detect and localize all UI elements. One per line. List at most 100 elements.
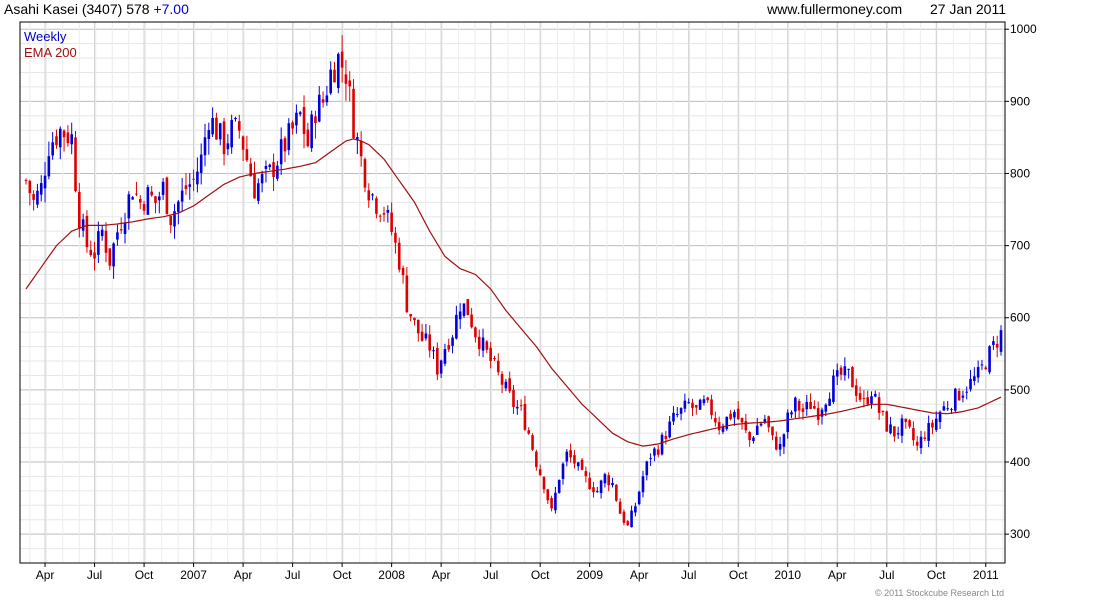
candle-body: [607, 475, 611, 486]
candle-body: [771, 426, 774, 436]
candle-body: [333, 69, 336, 83]
candle-body: [824, 404, 828, 412]
candle-body: [104, 230, 108, 253]
candle-body: [683, 400, 687, 409]
candle-body: [397, 242, 401, 270]
candle-body: [203, 137, 207, 156]
candle-body: [230, 119, 233, 148]
candle-body: [401, 267, 405, 276]
candle-body: [736, 408, 740, 420]
candle-body: [691, 402, 694, 409]
candle-body: [953, 388, 957, 411]
candle-body: [375, 198, 378, 214]
candle-body: [874, 393, 877, 397]
candle-body: [470, 314, 473, 328]
candle-body: [809, 401, 812, 409]
candle-body: [645, 461, 649, 476]
candle-body: [516, 406, 519, 409]
candle-body: [329, 69, 332, 94]
candle-body: [131, 197, 134, 200]
candle-body: [24, 180, 28, 182]
candle-body: [283, 138, 287, 152]
candle-body: [550, 498, 553, 509]
candle-body: [569, 450, 572, 458]
candle-body: [637, 491, 641, 505]
candle-body: [458, 311, 462, 320]
candle-body: [535, 451, 538, 468]
candle-body: [363, 159, 367, 188]
candle-body: [976, 367, 980, 378]
candle-body: [759, 423, 763, 426]
candle-body: [573, 455, 576, 464]
candle-body: [287, 123, 291, 151]
candle-body: [405, 275, 409, 313]
candle-body: [39, 183, 43, 195]
candle-body: [512, 389, 515, 407]
candle-body: [733, 411, 736, 418]
copyright-notice: © 2011 Stockcube Research Ltd: [874, 588, 1004, 598]
candle-body: [885, 411, 889, 432]
candle-body: [946, 408, 949, 410]
candle-body: [100, 229, 104, 237]
candlestick-series: [24, 35, 1003, 528]
x-tick-label: Apr: [36, 568, 55, 582]
candle-body: [477, 336, 481, 350]
candle-body: [923, 437, 927, 439]
candle-body: [656, 449, 660, 455]
candle-body: [580, 459, 584, 470]
candle-body: [439, 360, 443, 374]
candle-body: [999, 330, 1003, 352]
candle-body: [428, 334, 432, 351]
candle-body: [51, 142, 54, 156]
candle-body: [710, 399, 713, 416]
candle-body: [832, 375, 835, 403]
candle-body: [519, 405, 523, 407]
candle-body: [687, 402, 690, 404]
candle-body: [595, 491, 599, 493]
candle-body: [870, 396, 873, 404]
candle-body: [154, 196, 157, 203]
candle-body: [119, 229, 123, 231]
candle-body: [561, 463, 565, 480]
candle-body: [196, 171, 199, 185]
candle-body: [813, 406, 816, 409]
candle-body: [337, 53, 340, 88]
candle-body: [851, 367, 854, 388]
x-tick-label: 2007: [180, 568, 207, 582]
x-tick-label: Jul: [87, 568, 102, 582]
candle-body: [485, 341, 489, 350]
candle-body: [931, 422, 934, 428]
candle-body: [523, 403, 527, 430]
candle-body: [451, 337, 454, 346]
candle-body: [317, 94, 321, 122]
x-tick-label: Oct: [135, 568, 154, 582]
candle-body: [969, 378, 972, 390]
candle-body: [900, 418, 904, 436]
candle-body: [108, 248, 112, 266]
candle-body: [634, 506, 637, 513]
candle-body: [112, 243, 115, 267]
candle-body: [268, 164, 272, 168]
candle-body: [740, 417, 744, 423]
candle-body: [180, 190, 184, 202]
x-tick-label: Oct: [729, 568, 748, 582]
candle-body: [150, 191, 153, 196]
candle-body: [245, 149, 249, 161]
candle-body: [306, 129, 310, 147]
x-tick-label: Apr: [432, 568, 451, 582]
candle-body: [554, 492, 557, 511]
candle-body: [409, 314, 412, 317]
candle-body: [116, 232, 119, 240]
candle-body: [367, 190, 371, 201]
candle-body: [413, 317, 416, 321]
candle-body: [314, 116, 317, 123]
x-tick-label: Apr: [234, 568, 253, 582]
candle-body: [123, 222, 127, 235]
candle-body: [816, 408, 820, 420]
candle-body: [668, 421, 671, 438]
candle-body: [599, 480, 603, 494]
candle-body: [950, 409, 953, 411]
candle-body: [603, 474, 607, 484]
candle-body: [493, 357, 496, 360]
candle-body: [877, 397, 881, 413]
